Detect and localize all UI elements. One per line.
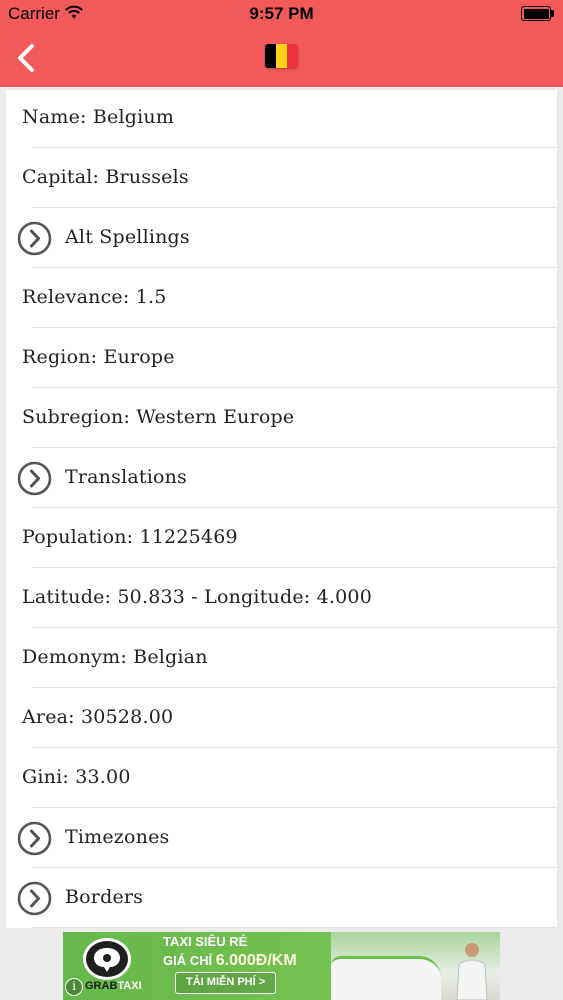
flag-stripe-yellow (276, 44, 287, 68)
row-label: Name: Belgium (22, 106, 175, 128)
battery-icon (521, 6, 555, 22)
row-label: Relevance: 1.5 (22, 286, 167, 308)
expandable-row[interactable]: Borders (6, 868, 557, 928)
detail-row: Latitude: 50.833 - Longitude: 4.000 (6, 568, 557, 628)
row-label: Subregion: Western Europe (22, 406, 295, 428)
grab-logo-icon (83, 938, 131, 980)
ad-headline: TAXI SIÊU RẺ (163, 934, 248, 949)
chevron-right-circle-icon (17, 221, 52, 256)
row-label: Alt Spellings (65, 226, 190, 248)
row-label: Translations (65, 466, 188, 488)
ad-price-prefix: GIÁ CHỈ (163, 953, 216, 968)
country-details-list: Name: Belgium Capital: Brussels Alt Spelli… (6, 90, 557, 928)
row-label: Borders (65, 886, 144, 908)
chevron-right-circle-icon (17, 461, 52, 496)
detail-row: Region: Europe (6, 328, 557, 388)
detail-row: Subregion: Western Europe (6, 388, 557, 448)
ad-price: 6.000Đ/KM (215, 952, 297, 969)
ad-brand: GRABTAXI (85, 980, 142, 992)
expandable-row[interactable]: Translations (6, 448, 557, 508)
row-label: Gini: 33.00 (22, 766, 131, 788)
ad-brand-prefix: GRAB (85, 980, 118, 992)
back-button[interactable] (10, 40, 46, 76)
detail-row: Gini: 33.00 (6, 748, 557, 808)
row-label: Timezones (65, 826, 170, 848)
chevron-right-circle-icon (17, 881, 52, 916)
detail-row: Area: 30528.00 (6, 688, 557, 748)
ad-banner[interactable]: GRABTAXI TAXI SIÊU RẺ GIÁ CHỈ 6.000Đ/KM … (63, 932, 500, 1000)
ad-info-icon[interactable]: i (65, 978, 83, 996)
chevron-left-icon (18, 44, 34, 72)
row-label: Region: Europe (22, 346, 175, 368)
driver-image (456, 943, 488, 1000)
detail-row: Relevance: 1.5 (6, 268, 557, 328)
detail-row: Name: Belgium (6, 90, 557, 148)
flag-stripe-black (265, 44, 276, 68)
expandable-row[interactable]: Alt Spellings (6, 208, 557, 268)
taxi-car-image (331, 956, 441, 1000)
detail-row: Population: 11225469 (6, 508, 557, 568)
detail-row: Demonym: Belgian (6, 628, 557, 688)
row-divider (32, 927, 557, 928)
row-label: Population: 11225469 (22, 526, 238, 548)
chevron-right-circle-icon (17, 821, 52, 856)
ad-download-button[interactable]: TẢI MIỄN PHÍ > (175, 972, 277, 994)
ad-brand-suffix: TAXI (117, 980, 142, 992)
expandable-row[interactable]: Timezones (6, 808, 557, 868)
nav-bar: Carrier 9:57 PM (0, 0, 563, 87)
belgium-flag-icon (265, 44, 298, 68)
row-label: Capital: Brussels (22, 166, 189, 188)
status-bar: Carrier 9:57 PM (0, 0, 563, 30)
row-label: Latitude: 50.833 - Longitude: 4.000 (22, 586, 373, 608)
detail-row: Capital: Brussels (6, 148, 557, 208)
row-label: Area: 30528.00 (22, 706, 174, 728)
flag-stripe-red (287, 44, 298, 68)
ad-photo (331, 932, 500, 1000)
status-time: 9:57 PM (249, 4, 314, 23)
row-label: Demonym: Belgian (22, 646, 208, 668)
ad-price-line: GIÁ CHỈ 6.000Đ/KM (163, 952, 297, 970)
